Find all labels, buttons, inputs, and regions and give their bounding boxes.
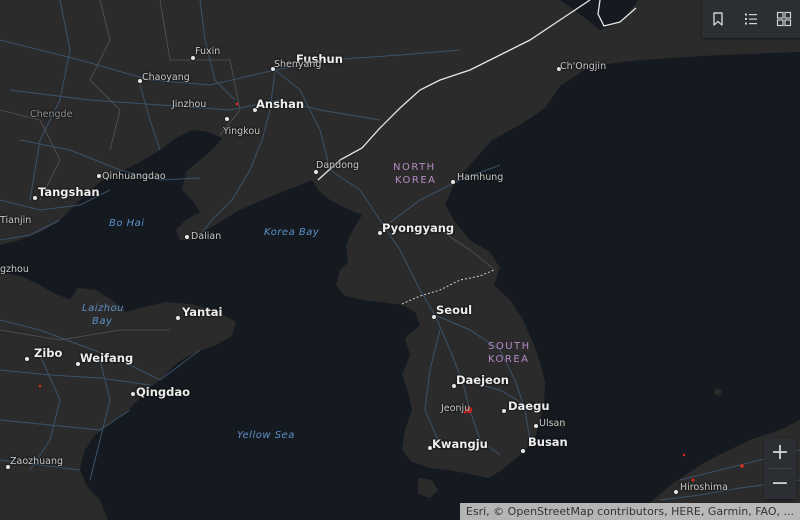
- water-label-laizhou-bay-line1: Laizhou: [82, 303, 125, 314]
- country-label-south-korea-line2: KOREA: [488, 354, 530, 365]
- bookmarks-button[interactable]: [705, 6, 731, 32]
- water-label-bo-hai: Bo Hai: [109, 218, 145, 229]
- city-label-chengde: Chengde: [30, 109, 73, 120]
- water-label-korea-bay: Korea Bay: [264, 227, 320, 238]
- city-dot: [502, 409, 506, 413]
- city-label-qinhuangdao: Qinhuangdao: [102, 171, 166, 182]
- city-label-busan: Busan: [528, 435, 568, 449]
- city-label-partial: gzhou: [0, 264, 29, 275]
- city-label-fuxin: Fuxin: [195, 46, 221, 57]
- city-dot: [534, 424, 538, 428]
- city-label-hiroshima: Hiroshima: [680, 482, 728, 493]
- country-label-south-korea-line1: SOUTH: [488, 341, 531, 352]
- map-view[interactable]: Fuxin Fushun Shenyang Chaoyang Jinzhou A…: [0, 0, 800, 520]
- city-label-seoul: Seoul: [436, 303, 473, 317]
- city-dot: [451, 180, 455, 184]
- city-dot: [521, 449, 525, 453]
- basemap: [0, 0, 800, 520]
- water-label-yellow-sea: Yellow Sea: [237, 430, 295, 441]
- country-label-north-korea-line1: NORTH: [393, 162, 436, 173]
- zoom-control: + −: [764, 438, 796, 499]
- city-label-tianjin: Tianjin: [0, 215, 32, 226]
- city-dot: [674, 490, 678, 494]
- city-label-chaoyang: Chaoyang: [142, 72, 190, 83]
- layer-list-icon: [744, 13, 757, 25]
- zoom-out-button[interactable]: −: [764, 469, 796, 499]
- city-label-tangshan: Tangshan: [38, 185, 100, 199]
- city-dot: [97, 174, 101, 178]
- city-dot: [33, 196, 37, 200]
- city-label-weifang: Weifang: [80, 351, 134, 365]
- city-label-yingkou: Yingkou: [223, 126, 261, 137]
- city-label-anshan: Anshan: [256, 97, 305, 111]
- city-label-pyongyang: Pyongyang: [382, 221, 455, 235]
- city-label-ulsan: Ulsan: [539, 418, 566, 429]
- zoom-in-button[interactable]: +: [764, 438, 796, 468]
- city-label-jeonju: Jeonju: [441, 403, 471, 414]
- city-label-qingdao: Qingdao: [136, 385, 191, 399]
- city-label-kwangju: Kwangju: [432, 437, 488, 451]
- city-dot: [176, 316, 180, 320]
- city-dot: [225, 117, 229, 121]
- city-dot: [25, 357, 29, 361]
- city-dot: [131, 392, 135, 396]
- city-dot: [185, 235, 189, 239]
- basemap-gallery-icon: [776, 11, 791, 27]
- map-toolbar: [702, 0, 800, 38]
- basemap-gallery-button[interactable]: [771, 6, 797, 32]
- country-label-north-korea-line2: KOREA: [395, 175, 437, 186]
- city-label-jinzhou: Jinzhou: [172, 99, 207, 110]
- city-label-yantai: Yantai: [182, 305, 223, 319]
- city-label-dandong: Dandong: [316, 160, 360, 171]
- city-label-zaozhuang: Zaozhuang: [10, 456, 64, 467]
- city-label-dalian: Dalian: [191, 231, 222, 242]
- city-label-hamhung: Hamhung: [457, 172, 504, 183]
- city-label-daejeon: Daejeon: [456, 373, 509, 387]
- water-label-laizhou-bay-line2: Bay: [92, 316, 113, 327]
- city-label-chongjin: Ch'Ongjin: [560, 61, 607, 72]
- city-label-daegu: Daegu: [508, 399, 550, 413]
- bookmark-icon: [713, 12, 724, 26]
- layer-list-button[interactable]: [738, 6, 764, 32]
- city-label-shenyang: Shenyang: [274, 59, 322, 70]
- city-label-zibo: Zibo: [34, 346, 63, 360]
- map-attribution[interactable]: Esri, © OpenStreetMap contributors, HERE…: [459, 503, 800, 520]
